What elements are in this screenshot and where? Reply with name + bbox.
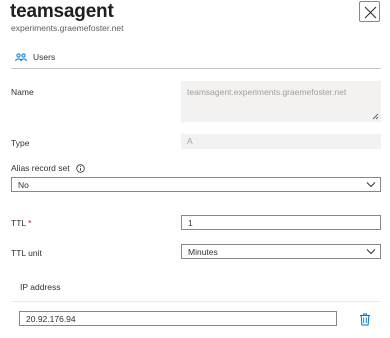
alias-dropdown[interactable]: No [11,177,381,192]
name-label: Name [11,87,34,97]
alias-label: Alias record set [11,163,85,173]
delete-icon[interactable] [359,313,371,326]
ttl-unit-label: TTL unit [11,248,42,258]
type-label: Type [11,138,30,148]
chevron-down-icon [366,182,376,188]
users-label: Users [33,52,56,62]
users-button[interactable]: Users [15,52,55,62]
users-icon [15,52,27,61]
ttl-unit-selected-value: Minutes [188,247,218,257]
ttl-label: TTL * [11,218,31,228]
ttl-input[interactable]: 1 [181,215,381,230]
info-icon[interactable] [76,164,85,173]
required-marker: * [28,218,32,228]
command-bar-divider [11,68,381,69]
type-field: A [181,134,381,149]
name-placeholder: teamsagent.experiments.graemefoster.net [187,87,347,97]
resize-grip-icon[interactable] [372,113,379,120]
ip-address-input[interactable]: 20.92.176.94 [19,311,337,326]
name-textarea[interactable]: teamsagent.experiments.graemefoster.net [181,81,381,122]
ip-address-header: IP address [20,282,61,292]
close-icon [364,6,377,19]
alias-selected-value: No [18,180,29,190]
page-title: teamsagent [10,1,114,22]
chevron-down-icon [366,249,376,255]
alias-label-text: Alias record set [11,163,70,173]
page-subtitle: experiments.graemefoster.net [11,23,124,33]
ttl-label-text: TTL [11,218,27,228]
ip-header-divider [11,301,381,302]
ttl-unit-dropdown[interactable]: Minutes [181,244,381,259]
close-button[interactable] [359,1,380,22]
